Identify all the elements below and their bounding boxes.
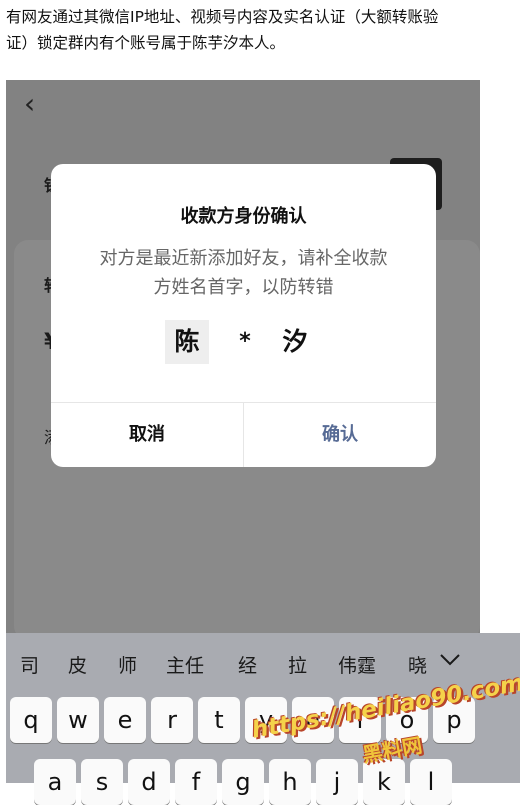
candidate-2[interactable]: 皮: [68, 651, 87, 678]
keyboard: 司 皮 师 主任 经 拉 伟霆 晓 q w e r t y u i o p a …: [6, 633, 520, 805]
key-a[interactable]: a: [34, 759, 76, 805]
back-arrow-icon[interactable]: ‹: [24, 90, 35, 118]
dialog-message: 对方是最近新添加好友，请补全收款 方姓名首字，以防转错: [81, 244, 406, 302]
dialog-title: 收款方身份确认: [180, 206, 307, 227]
name-first-char-input[interactable]: 陈: [165, 320, 209, 364]
key-w[interactable]: w: [57, 697, 99, 743]
article-line-1: 有网友通过其微信IP地址、视频号内容及实名认证（大额转账验: [6, 8, 439, 26]
article-line-2: 证）锁定群内有个账号属于陈芋汐本人。: [6, 34, 286, 52]
dialog-message-line-1: 对方是最近新添加好友，请补全收款: [99, 248, 388, 269]
key-p[interactable]: p: [433, 697, 475, 743]
key-f[interactable]: f: [175, 759, 217, 805]
confirm-button[interactable]: 确认: [244, 403, 436, 467]
candidate-7[interactable]: 伟霆: [338, 651, 376, 678]
key-j[interactable]: j: [316, 759, 358, 805]
identity-confirm-dialog: 收款方身份确认 对方是最近新添加好友，请补全收款 方姓名首字，以防转错 陈 * …: [51, 164, 436, 467]
key-u[interactable]: u: [292, 697, 334, 743]
article-text: 有网友通过其微信IP地址、视频号内容及实名认证（大额转账验 证）锁定群内有个账号…: [6, 4, 520, 56]
name-input-row: 陈 * 汐: [51, 320, 436, 364]
key-r[interactable]: r: [151, 697, 193, 743]
candidate-4[interactable]: 主任: [166, 651, 204, 678]
key-k[interactable]: k: [363, 759, 405, 805]
name-last-char: 汐: [282, 327, 308, 356]
cancel-button[interactable]: 取消: [51, 403, 243, 467]
candidate-6[interactable]: 拉: [288, 651, 307, 678]
key-l[interactable]: l: [410, 759, 452, 805]
key-q[interactable]: q: [10, 697, 52, 743]
candidate-3[interactable]: 师: [118, 651, 137, 678]
dialog-message-line-2: 方姓名首字，以防转错: [153, 277, 334, 298]
chevron-down-icon[interactable]: [438, 647, 462, 675]
candidate-5[interactable]: 经: [238, 651, 257, 678]
key-o[interactable]: o: [386, 697, 428, 743]
key-e[interactable]: e: [104, 697, 146, 743]
key-g[interactable]: g: [222, 759, 264, 805]
key-h[interactable]: h: [269, 759, 311, 805]
key-i[interactable]: i: [339, 697, 381, 743]
candidate-8[interactable]: 晓: [408, 651, 427, 678]
candidate-bar: 司 皮 师 主任 经 拉 伟霆 晓: [6, 633, 520, 695]
key-d[interactable]: d: [128, 759, 170, 805]
key-t[interactable]: t: [198, 697, 240, 743]
candidate-1[interactable]: 司: [20, 651, 39, 678]
name-mask-char: *: [239, 329, 251, 354]
key-y[interactable]: y: [245, 697, 287, 743]
key-s[interactable]: s: [81, 759, 123, 805]
